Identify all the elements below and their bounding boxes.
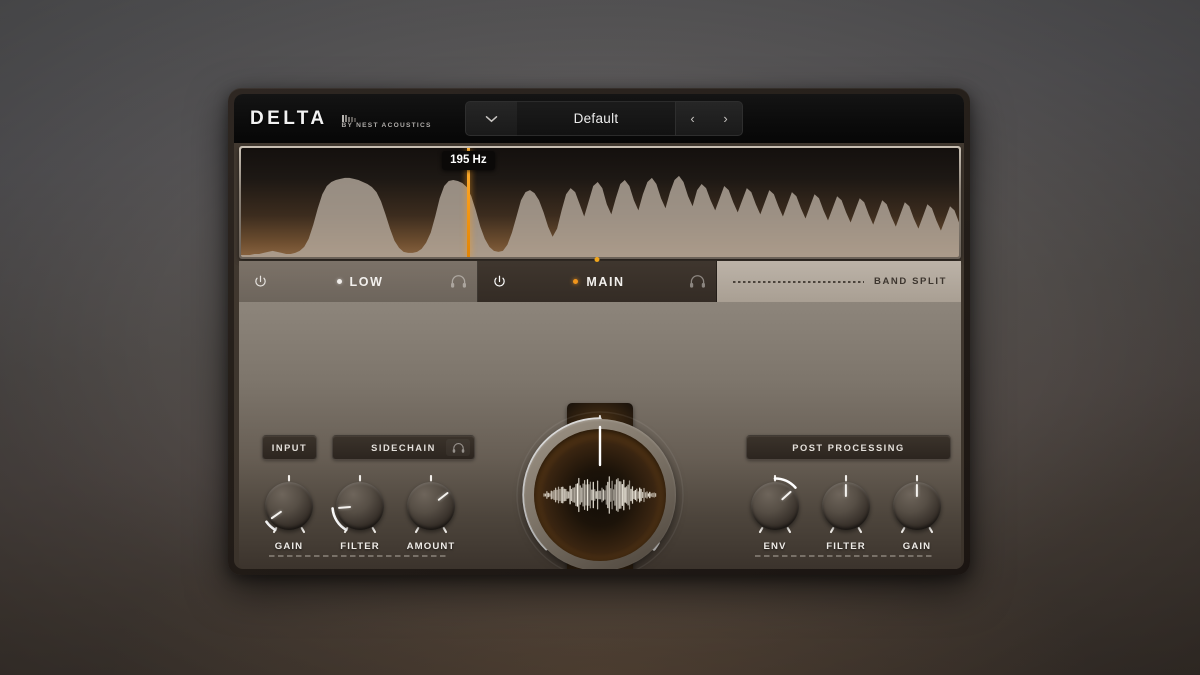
sidechain-listen-button[interactable] <box>446 439 470 456</box>
header-bar: DELTA BY NEST ACOUSTICS Default <box>234 94 964 143</box>
main-control-area: INPUT SIDECHAIN POST PROCESSING <box>239 302 961 569</box>
knob-env[interactable]: ENV <box>744 475 806 552</box>
preset-name-display[interactable]: Default <box>517 101 675 136</box>
post-processing-button[interactable]: POST PROCESSING <box>746 435 951 460</box>
visualizer-bezel <box>524 419 676 569</box>
knob-gain-input-label: GAIN <box>258 541 320 552</box>
knob-gain-output-dial[interactable] <box>886 475 948 537</box>
nest-acoustics-logo-icon <box>342 106 432 113</box>
plugin-inner: DELTA BY NEST ACOUSTICS Default <box>234 94 964 569</box>
desktop-backdrop: DELTA BY NEST ACOUSTICS Default <box>0 0 1200 675</box>
visualizer-screen <box>534 429 666 561</box>
knob-filter-input[interactable]: FILTER <box>329 475 391 552</box>
circular-waveform <box>534 429 666 561</box>
center-visualizer[interactable] <box>512 407 688 569</box>
power-icon <box>253 274 268 289</box>
preset-prev-button[interactable]: ‹ <box>675 101 709 136</box>
knob-filter-post[interactable]: FILTER <box>815 475 877 552</box>
knob-gain-input[interactable]: GAIN <box>258 475 320 552</box>
chevron-down-icon <box>485 115 498 123</box>
band-split-dotted-rule <box>733 281 864 283</box>
knob-gain-input-dial[interactable] <box>258 475 320 537</box>
plugin-window: DELTA BY NEST ACOUSTICS Default <box>228 88 970 575</box>
knob-filter-post-dial[interactable] <box>815 475 877 537</box>
knob-env-dial[interactable] <box>744 475 806 537</box>
knob-filter-post-label: FILTER <box>815 541 877 552</box>
band-low-label: LOW <box>350 275 384 289</box>
knob-amount[interactable]: AMOUNT <box>400 475 462 552</box>
brand-block: DELTA BY NEST ACOUSTICS <box>234 106 432 131</box>
knob-amount-label: AMOUNT <box>400 541 462 552</box>
band-split-control[interactable]: BAND SPLIT <box>717 261 961 302</box>
knob-pointer <box>845 484 847 497</box>
band-selector-row: LOW <box>239 261 961 302</box>
power-icon <box>492 274 507 289</box>
band-low[interactable]: LOW <box>239 261 478 302</box>
preset-next-button[interactable]: › <box>709 101 743 136</box>
spectrum-analyzer[interactable]: 195 Hz <box>241 148 959 257</box>
knob-filter-input-label: FILTER <box>329 541 391 552</box>
knob-pointer <box>916 484 918 497</box>
sidechain-label: SIDECHAIN <box>371 443 436 453</box>
band-low-status-dot <box>337 279 342 284</box>
knob-gain-output-label: GAIN <box>886 541 948 552</box>
app-logo-title: DELTA <box>250 108 328 130</box>
knob-filter-input-dial[interactable] <box>329 475 391 537</box>
knob-env-label: ENV <box>744 541 806 552</box>
band-main-label: MAIN <box>586 275 624 289</box>
band-low-label-group: LOW <box>281 275 439 289</box>
headphone-icon <box>689 275 706 288</box>
knob-gain-output[interactable]: GAIN <box>886 475 948 552</box>
spectrum-panel: 195 Hz <box>239 146 961 259</box>
band-low-solo-button[interactable] <box>439 275 477 288</box>
band-split-frequency-tooltip: 195 Hz <box>442 151 494 170</box>
knob-body <box>265 482 313 530</box>
knob-amount-dial[interactable] <box>400 475 462 537</box>
preset-selector: Default ‹ › <box>465 101 743 136</box>
knob-body <box>751 482 799 530</box>
byline-label: BY NEST ACOUSTICS <box>342 122 432 129</box>
knob-body <box>407 482 455 530</box>
band-main-label-group: MAIN <box>520 275 678 289</box>
band-main-status-dot <box>573 279 578 284</box>
spectrum-curve <box>241 148 959 257</box>
sidechain-button[interactable]: SIDECHAIN <box>332 435 475 460</box>
right-section-divider <box>755 555 935 557</box>
band-main[interactable]: MAIN <box>478 261 717 302</box>
band-low-power-button[interactable] <box>239 274 281 289</box>
headphone-icon <box>450 275 467 288</box>
left-section-divider <box>269 555 449 557</box>
band-main-solo-button[interactable] <box>678 275 716 288</box>
band-main-power-button[interactable] <box>478 274 520 289</box>
band-split-label: BAND SPLIT <box>874 276 947 287</box>
preset-menu-button[interactable] <box>465 101 517 136</box>
byline: BY NEST ACOUSTICS <box>342 106 432 131</box>
input-button[interactable]: INPUT <box>262 435 317 460</box>
headphone-icon <box>452 443 465 453</box>
